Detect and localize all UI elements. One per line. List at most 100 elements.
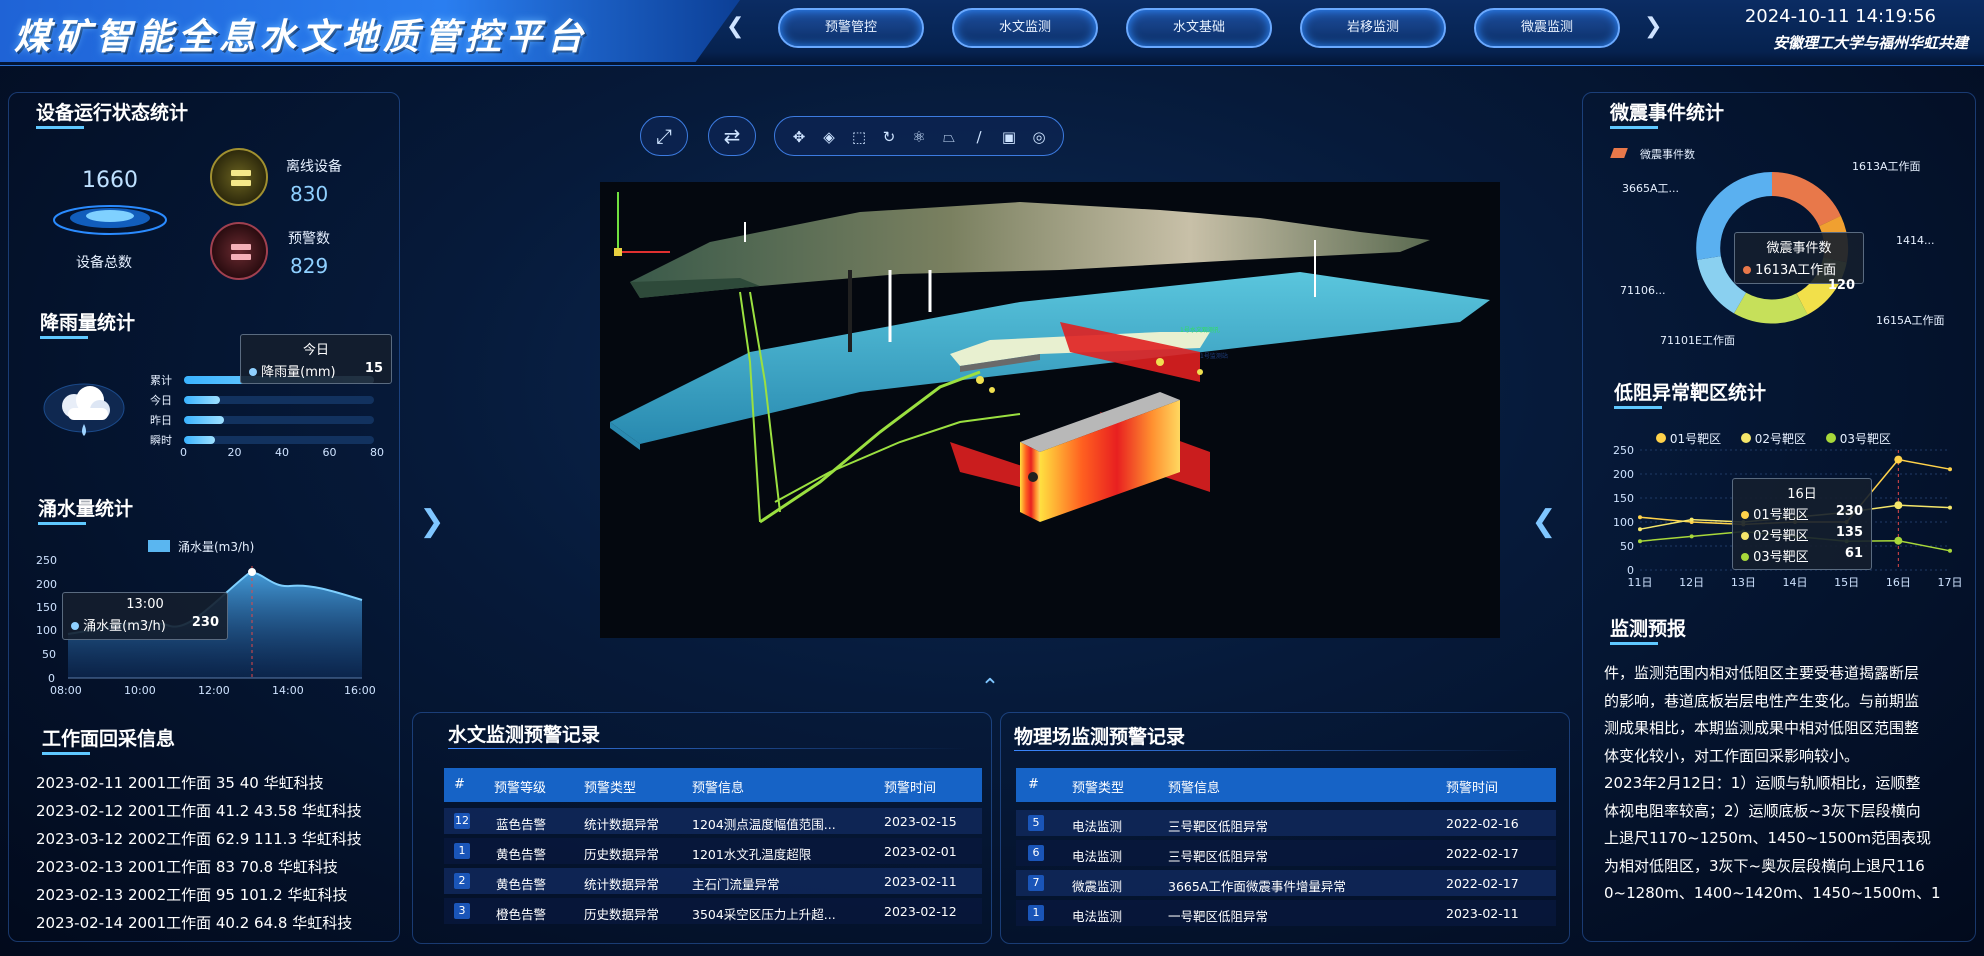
refresh-icon[interactable]: ↻ [875, 117, 903, 157]
device-platform-icon [53, 205, 167, 235]
forecast-text-area[interactable]: 件，监测范围内相对低阻区主要受巷道揭露断层 的影响，巷道底板岩层电性产生变化。与… [1604, 660, 1966, 938]
geology-3d-viewport[interactable]: 1号水文观测孔 1号监测站 [600, 182, 1500, 638]
donut-label: 71101E工作面 [1660, 334, 1735, 347]
table-row[interactable]: 6 电法监测 三号靶区低阻异常 2022-02-17 [1016, 840, 1556, 866]
row-index: 1 [1028, 905, 1044, 921]
column-header-index: # [454, 777, 465, 792]
physics-records-title: 物理场监测预警记录 [1014, 726, 1186, 748]
atom-icon[interactable]: ⚛ [905, 117, 933, 157]
section-icon[interactable]: ⏢ [935, 117, 963, 157]
workface-title: 工作面回采信息 [42, 728, 176, 750]
rainfall-bar-label: 累计 [150, 374, 172, 387]
table-row[interactable]: 1 黄色告警 历史数据异常 1201水文孔温度超限 2023-02-01 [444, 838, 982, 864]
workface-record-list[interactable]: 2023-02-11 2001工作面 35 40 华虹科技 2023-02-12… [34, 760, 374, 938]
micro-seismic-tooltip-series: 1613A工作面 [1755, 263, 1837, 278]
offline-device-label: 离线设备 [286, 159, 342, 175]
inflow-tooltip: 13:00 涌水量(m3/h) 230 [62, 592, 228, 640]
donut-label: 71106... [1620, 284, 1666, 297]
list-item: 2023-02-12 2001工作面 41.2 43.58 华虹科技 [36, 802, 362, 820]
y-tick-label: 250 [1613, 444, 1634, 457]
row-index: 6 [1028, 845, 1044, 861]
row-info: 三号靶区低阻异常 [1168, 819, 1269, 834]
inflow-x-tick: 08:00 [50, 684, 82, 697]
inflow-tooltip-series: 涌水量(m3/h) [83, 619, 166, 634]
expand-right-arrow-icon[interactable]: ❯ [418, 498, 446, 546]
row-index: 1 [454, 843, 470, 859]
move-icon[interactable]: ✥ [785, 117, 813, 157]
location-icon[interactable]: ◎ [1025, 117, 1053, 157]
offline-device-value: 830 [290, 182, 329, 206]
rainfall-tooltip-title: 今日 [302, 343, 329, 358]
row-info: 三号靶区低阻异常 [1168, 849, 1269, 864]
rainfall-underline [40, 336, 88, 339]
tooltip-series-01: 01号靶区 [1753, 508, 1809, 523]
nav-rock-monitoring[interactable]: 岩移监测 [1300, 8, 1446, 48]
row-level: 蓝色告警 [496, 817, 547, 832]
data-point [1689, 517, 1694, 522]
y-tick-label: 200 [1613, 468, 1634, 481]
row-time: 2022-02-17 [1446, 846, 1519, 861]
forecast-title: 监测预报 [1610, 618, 1687, 640]
expand-up-icon[interactable]: ⌃ [966, 677, 1014, 699]
table-row[interactable]: 12 蓝色告警 统计数据异常 1204测点温度幅值范围... 2023-02-1… [444, 808, 982, 834]
table-row[interactable]: 3 橙色告警 历史数据异常 3504采空区压力上升超... 2023-02-12 [444, 898, 982, 924]
nav-seismic-monitoring[interactable]: 微震监测 [1474, 8, 1620, 48]
row-type: 微震监测 [1072, 879, 1123, 894]
row-level: 橙色告警 [496, 907, 547, 922]
scene-toolbar: ✥ ◈ ⬚ ↻ ⚛ ⏢ ∕ ▣ ◎ [774, 116, 1064, 156]
nav-hydro-monitoring[interactable]: 水文监测 [952, 8, 1098, 48]
micro-seismic-tooltip: 微震事件数 1613A工作面 120 [1734, 232, 1864, 293]
ruler-icon[interactable]: ∕ [965, 117, 993, 157]
x-tick-label: 14日 [1783, 576, 1808, 589]
low-resistivity-underline [1614, 406, 1662, 409]
table-row[interactable]: 7 微震监测 3665A工作面微震事件增量异常 2022-02-17 [1016, 870, 1556, 896]
device-status-title: 设备运行状态统计 [36, 102, 189, 124]
rainfall-x-tick: 60 [322, 446, 337, 459]
data-point [1638, 515, 1642, 520]
datetime-display: 2024-10-11 14:19:56 [1744, 6, 1936, 27]
nav-hydro-basics[interactable]: 水文基础 [1126, 8, 1272, 48]
row-index: 2 [454, 873, 470, 889]
legend-dot-02 [1740, 433, 1751, 443]
forecast-line: 0~1280m、1400~1420m、1450~1500m、1 [1604, 884, 1941, 902]
row-index: 12 [454, 813, 470, 829]
camera-icon[interactable]: ▣ [995, 117, 1023, 157]
data-point [1689, 534, 1694, 539]
table-row[interactable]: 2 黄色告警 统计数据异常 主石门流量异常 2023-02-11 [444, 868, 982, 894]
alert-count-value: 829 [290, 254, 329, 278]
swap-icon[interactable]: ⇄ [708, 116, 756, 156]
data-point [1948, 505, 1952, 510]
list-item: 2023-02-11 2001工作面 35 40 华虹科技 [36, 774, 324, 792]
row-type: 电法监测 [1072, 819, 1123, 834]
rainfall-bar [184, 396, 220, 404]
line-chart-tooltip-title: 16日 [1787, 487, 1817, 502]
tooltip-dot-03 [1741, 553, 1749, 561]
geology-3d-scene: 1号水文观测孔 1号监测站 [610, 192, 1490, 524]
table-row[interactable]: 5 电法监测 三号靶区低阻异常 2022-02-16 [1016, 810, 1556, 836]
low-resistivity-title: 低阻异常靶区统计 [1614, 382, 1767, 404]
x-tick-label: 11日 [1628, 576, 1653, 589]
data-point [1894, 536, 1903, 545]
fullscreen-icon[interactable]: ⤢ [640, 116, 688, 156]
chevron-left-icon[interactable]: ❮ [726, 14, 744, 39]
expand-left-arrow-icon[interactable]: ❮ [1530, 498, 1558, 546]
table-row[interactable]: 1 电法监测 一号靶区低阻异常 2023-02-11 [1016, 900, 1556, 926]
row-info: 主石门流量异常 [692, 877, 780, 892]
rainfall-bar-label: 瞬时 [150, 434, 172, 447]
server-alert-icon [210, 222, 268, 280]
select-icon[interactable]: ⬚ [845, 117, 873, 157]
chevron-right-icon[interactable]: ❯ [1644, 14, 1662, 39]
inflow-tooltip-value: 230 [191, 615, 219, 630]
column-header-time: 预警时间 [884, 781, 937, 796]
row-type: 电法监测 [1072, 849, 1123, 864]
data-point [1948, 548, 1952, 553]
column-header-level: 预警等级 [494, 781, 547, 796]
nav-warning-control[interactable]: 预警管控 [778, 8, 924, 48]
y-tick-label: 100 [1613, 516, 1634, 529]
layers-icon[interactable]: ◈ [815, 117, 843, 157]
inflow-y-tick: 150 [36, 601, 57, 614]
data-point [1638, 539, 1642, 544]
row-info: 1204测点温度幅值范围... [692, 817, 836, 832]
x-tick-label: 15日 [1834, 576, 1859, 589]
hydro-records-title: 水文监测预警记录 [448, 724, 601, 746]
